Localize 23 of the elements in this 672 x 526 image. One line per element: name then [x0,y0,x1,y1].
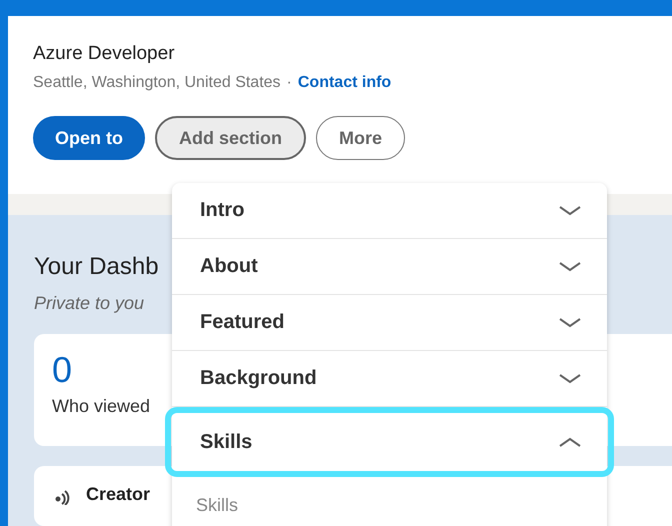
chevron-down-icon [559,206,581,216]
separator: · [286,74,292,92]
location: Seattle, Washington, United States [33,74,281,92]
menu-item[interactable]: Background [172,351,607,407]
menu-item[interactable]: Featured [172,295,607,351]
creator-label: Creator [86,484,150,505]
chevron-down-icon [559,374,581,384]
primary-button[interactable]: Open to [33,116,145,160]
outline-button[interactable]: More [316,116,406,160]
chevron-down-icon [559,318,581,328]
headline: Azure Developer [33,42,175,66]
menu-item[interactable]: About [172,239,607,295]
chevron-down-icon [559,262,581,272]
dashboard-title: Your Dashb [34,253,159,281]
menu-item[interactable]: Skills [165,407,614,477]
chevron-up-icon [559,437,581,447]
contact-info-link[interactable]: Contact info [298,74,392,92]
menu-item[interactable]: Intro [172,183,607,239]
outline-button[interactable]: Add section [155,116,306,160]
submenu-heading: Skills [195,494,240,516]
stat-value: 0 [52,350,72,390]
stat-label: Who viewed [52,396,150,417]
dashboard-subtitle: Private to you [34,293,144,314]
